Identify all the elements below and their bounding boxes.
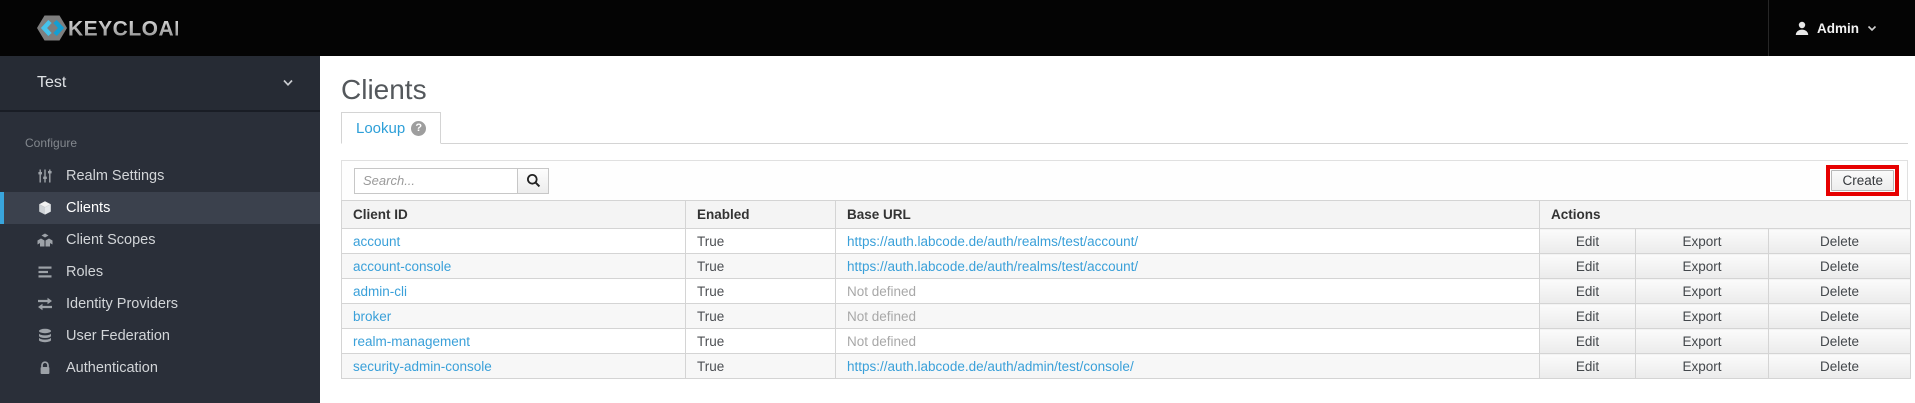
- edit-button[interactable]: Edit: [1539, 278, 1636, 304]
- base-url-link[interactable]: https://auth.labcode.de/auth/admin/test/…: [835, 353, 1540, 379]
- search-icon: [526, 174, 540, 188]
- client-id-link[interactable]: account-console: [341, 253, 686, 279]
- export-button[interactable]: Export: [1635, 278, 1769, 304]
- sidebar-item-label: Roles: [66, 264, 104, 280]
- page-title: Clients: [341, 74, 427, 105]
- enabled-cell: True: [685, 303, 836, 329]
- exchange-icon: [36, 296, 53, 313]
- export-button[interactable]: Export: [1635, 253, 1769, 279]
- tab-lookup[interactable]: Lookup ?: [341, 112, 442, 144]
- export-button[interactable]: Export: [1635, 328, 1769, 354]
- realm-name: Test: [37, 74, 67, 91]
- keycloak-logo-icon: KEYCLOAK: [37, 15, 178, 41]
- table-row: realm-management True Not defined Edit E…: [341, 328, 1911, 354]
- lock-icon: [36, 360, 53, 377]
- column-header-client-id[interactable]: Client ID: [341, 200, 686, 229]
- keycloak-logo[interactable]: KEYCLOAK: [0, 0, 178, 56]
- sidebar-item-client-scopes[interactable]: Client Scopes: [0, 224, 320, 256]
- edit-button[interactable]: Edit: [1539, 328, 1636, 354]
- base-url-cell: Not defined: [835, 278, 1540, 304]
- enabled-cell: True: [685, 278, 836, 304]
- export-button[interactable]: Export: [1635, 353, 1769, 379]
- cubes-icon: [36, 232, 53, 249]
- realm-selector[interactable]: Test: [0, 56, 320, 112]
- base-url-link[interactable]: https://auth.labcode.de/auth/realms/test…: [835, 253, 1540, 279]
- delete-button[interactable]: Delete: [1768, 353, 1911, 379]
- user-icon: [1795, 21, 1809, 35]
- sidebar-item-authentication[interactable]: Authentication: [0, 352, 320, 384]
- search-input[interactable]: [354, 167, 518, 194]
- sliders-icon: [36, 168, 53, 185]
- edit-button[interactable]: Edit: [1539, 253, 1636, 279]
- chevron-down-icon: [1867, 25, 1877, 31]
- user-menu[interactable]: Admin: [1768, 0, 1915, 56]
- export-button[interactable]: Export: [1635, 228, 1769, 254]
- top-bar: KEYCLOAK Admin: [0, 0, 1915, 56]
- client-id-link[interactable]: security-admin-console: [341, 353, 686, 379]
- enabled-cell: True: [685, 353, 836, 379]
- clients-table: Client ID Enabled Base URL Actions accou…: [341, 200, 1911, 379]
- chevron-down-icon: [283, 79, 293, 87]
- delete-button[interactable]: Delete: [1768, 303, 1911, 329]
- client-id-link[interactable]: account: [341, 228, 686, 254]
- tab-bar: Lookup ?: [341, 112, 1908, 144]
- main-content: Clients Lookup ? Create Client ID Enable…: [320, 56, 1915, 403]
- brand-text: KEYCLOAK: [68, 18, 178, 41]
- export-button[interactable]: Export: [1635, 303, 1769, 329]
- sidebar-item-label: Realm Settings: [66, 168, 165, 184]
- sidebar-item-label: Clients: [66, 200, 111, 216]
- search-button[interactable]: [517, 167, 549, 194]
- cube-icon: [36, 200, 53, 217]
- delete-button[interactable]: Delete: [1768, 253, 1911, 279]
- client-id-link[interactable]: admin-cli: [341, 278, 686, 304]
- column-header-base-url[interactable]: Base URL: [835, 200, 1540, 229]
- enabled-cell: True: [685, 328, 836, 354]
- sidebar-item-user-federation[interactable]: User Federation: [0, 320, 320, 352]
- delete-button[interactable]: Delete: [1768, 228, 1911, 254]
- create-button[interactable]: Create: [1831, 170, 1894, 191]
- base-url-cell: Not defined: [835, 303, 1540, 329]
- list-icon: [36, 264, 53, 281]
- sidebar-item-realm-settings[interactable]: Realm Settings: [0, 160, 320, 192]
- sidebar-item-label: Authentication: [66, 360, 158, 376]
- create-button-highlight: Create: [1826, 165, 1899, 196]
- sidebar-item-label: User Federation: [66, 328, 170, 344]
- tab-lookup-label: Lookup: [356, 119, 406, 137]
- edit-button[interactable]: Edit: [1539, 228, 1636, 254]
- edit-button[interactable]: Edit: [1539, 353, 1636, 379]
- table-row: admin-cli True Not defined Edit Export D…: [341, 278, 1911, 304]
- enabled-cell: True: [685, 228, 836, 254]
- base-url-link[interactable]: https://auth.labcode.de/auth/realms/test…: [835, 228, 1540, 254]
- sidebar-item-label: Identity Providers: [66, 296, 179, 312]
- enabled-cell: True: [685, 253, 836, 279]
- sidebar-menu: Realm Settings Clients Client Scopes Rol…: [0, 160, 320, 384]
- sidebar-item-clients[interactable]: Clients: [0, 192, 320, 224]
- configure-section-label: Configure: [25, 136, 78, 150]
- table-row: broker True Not defined Edit Export Dele…: [341, 303, 1911, 329]
- delete-button[interactable]: Delete: [1768, 278, 1911, 304]
- edit-button[interactable]: Edit: [1539, 303, 1636, 329]
- column-header-actions: Actions: [1539, 200, 1911, 229]
- sidebar-item-roles[interactable]: Roles: [0, 256, 320, 288]
- table-toolbar: Create: [341, 160, 1908, 200]
- table-row: security-admin-console True https://auth…: [341, 353, 1911, 379]
- client-id-link[interactable]: realm-management: [341, 328, 686, 354]
- help-icon[interactable]: ?: [411, 120, 427, 136]
- table-header-row: Client ID Enabled Base URL Actions: [341, 200, 1911, 229]
- table-row: account True https://auth.labcode.de/aut…: [341, 228, 1911, 254]
- column-header-enabled[interactable]: Enabled: [685, 200, 836, 229]
- sidebar-item-label: Client Scopes: [66, 232, 156, 248]
- delete-button[interactable]: Delete: [1768, 328, 1911, 354]
- table-row: account-console True https://auth.labcod…: [341, 253, 1911, 279]
- user-name: Admin: [1817, 20, 1859, 36]
- base-url-cell: Not defined: [835, 328, 1540, 354]
- sidebar-item-identity-providers[interactable]: Identity Providers: [0, 288, 320, 320]
- database-icon: [36, 328, 53, 345]
- sidebar: Test Configure Realm Settings Clients Cl…: [0, 56, 320, 403]
- client-id-link[interactable]: broker: [341, 303, 686, 329]
